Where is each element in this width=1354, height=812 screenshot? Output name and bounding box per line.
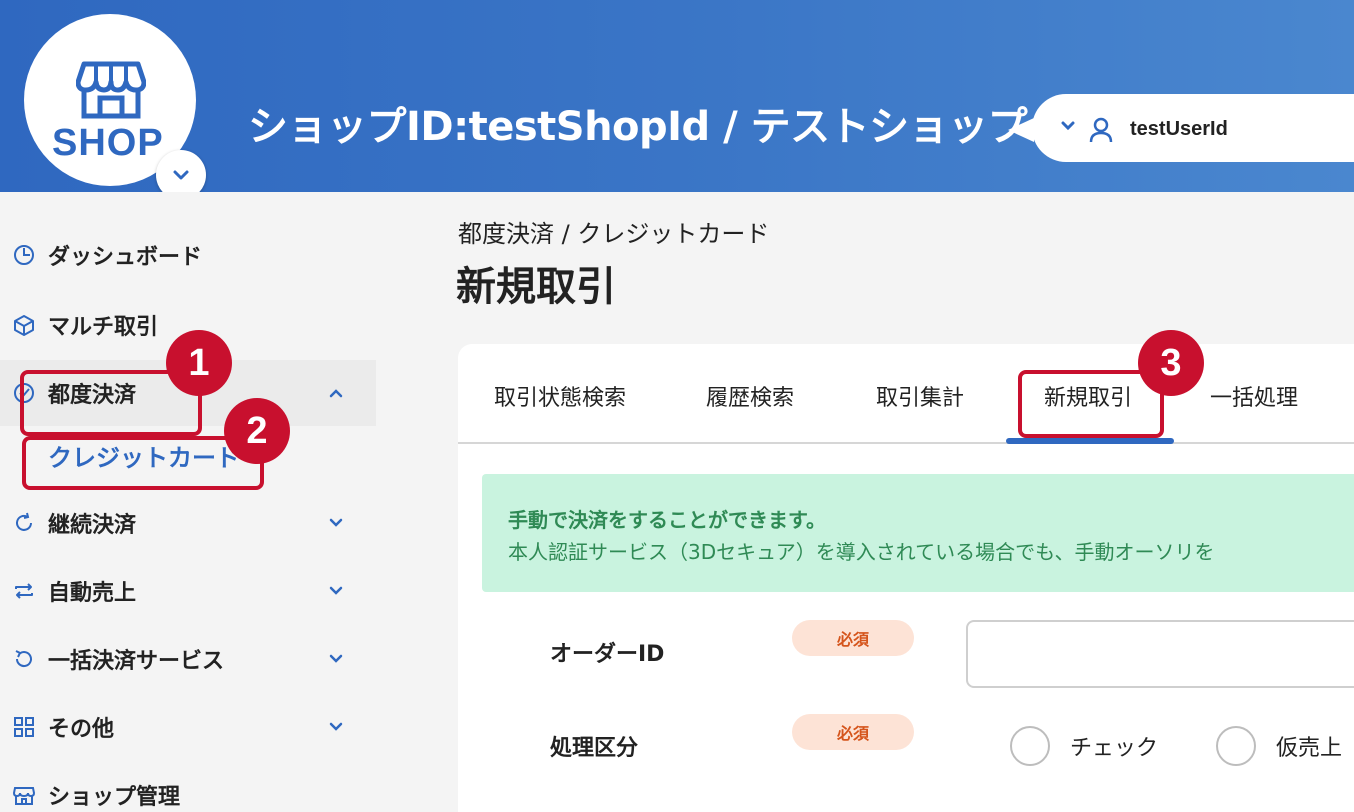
tab-transaction-search[interactable]: 取引状態検索: [494, 380, 626, 412]
step-badge-1: 1: [166, 330, 232, 396]
logo-menu-button[interactable]: [156, 150, 206, 192]
rotate-left-icon: [15, 650, 32, 668]
tab-bar: 取引状態検索 履歴検索 取引集計 新規取引 一括処理: [458, 344, 1354, 444]
sidebar: ダッシュボード マルチ取引 都度決済 クレジットカード 継続決済 自動売上 一括…: [0, 192, 376, 812]
sidebar-item-label: 一括決済サービス: [48, 649, 225, 674]
grid-icon: [14, 717, 34, 737]
chevron-down-icon[interactable]: [327, 650, 345, 668]
info-title: 手動で決済をすることができます。: [508, 508, 826, 532]
step-badge-2: 2: [224, 398, 290, 464]
active-tab-indicator: [1006, 438, 1174, 444]
user-pill-pointer: [1008, 118, 1034, 142]
info-text: 本人認証サービス（3Dセキュア）を導入されている場合でも、手動オーソリを: [508, 540, 1215, 564]
tab-batch[interactable]: 一括処理: [1210, 380, 1298, 412]
sidebar-item-label: マルチ取引: [48, 315, 159, 340]
sidebar-item-shop-management[interactable]: ショップ管理: [0, 762, 376, 812]
chevron-down-icon[interactable]: [327, 514, 345, 532]
store-logo-icon: [76, 61, 146, 119]
chevron-down-icon[interactable]: [327, 582, 345, 600]
sidebar-item-batch-service[interactable]: 一括決済サービス: [0, 626, 376, 692]
user-icon: [1089, 117, 1113, 143]
logo-text: SHOP: [52, 122, 164, 164]
tab-summary[interactable]: 取引集計: [876, 380, 964, 412]
sidebar-item-dashboard[interactable]: ダッシュボード: [0, 222, 376, 288]
chevron-up-icon[interactable]: [327, 384, 345, 402]
breadcrumb: 都度決済 / クレジットカード: [458, 220, 770, 248]
refresh-icon: [16, 512, 32, 531]
cube-icon: [14, 315, 34, 336]
order-id-label: オーダーID: [550, 642, 665, 667]
chevron-down-icon: [173, 170, 189, 180]
sidebar-item-label: 自動売上: [48, 581, 137, 606]
page-title: 新規取引: [456, 264, 616, 310]
radio-provisional-sale-label: 仮売上: [1276, 736, 1343, 761]
chevron-down-icon[interactable]: [1058, 116, 1078, 136]
process-type-label: 処理区分: [550, 736, 639, 761]
tab-history-search[interactable]: 履歴検索: [706, 380, 794, 412]
required-badge: 必須: [792, 620, 914, 656]
radio-provisional-sale[interactable]: [1216, 726, 1256, 766]
chevron-down-icon[interactable]: [327, 718, 345, 736]
clock-pie-icon: [14, 245, 34, 265]
sidebar-item-label: 継続決済: [48, 513, 137, 538]
shop-title: ショップID:testShopId / テストショップ: [248, 104, 1028, 150]
sidebar-item-other[interactable]: その他: [0, 694, 376, 760]
app-header: SHOP ショップID:testShopId / テストショップ testUse…: [0, 0, 1354, 192]
info-box: [482, 474, 1354, 592]
user-name: testUserId: [1130, 118, 1228, 140]
store-icon: [12, 787, 36, 805]
sidebar-item-label: ダッシュボード: [48, 245, 203, 270]
sidebar-item-auto-sales[interactable]: 自動売上: [0, 558, 376, 624]
sidebar-item-label: ショップ管理: [48, 785, 181, 810]
step-badge-3: 3: [1138, 330, 1204, 396]
order-id-input[interactable]: [966, 620, 1354, 688]
sidebar-item-label: その他: [48, 717, 115, 742]
repeat-arrows-icon: [15, 583, 33, 599]
sidebar-item-recurring[interactable]: 継続決済: [0, 490, 376, 556]
required-badge: 必須: [792, 714, 914, 750]
radio-check-label: チェック: [1070, 736, 1159, 761]
radio-check[interactable]: [1010, 726, 1050, 766]
